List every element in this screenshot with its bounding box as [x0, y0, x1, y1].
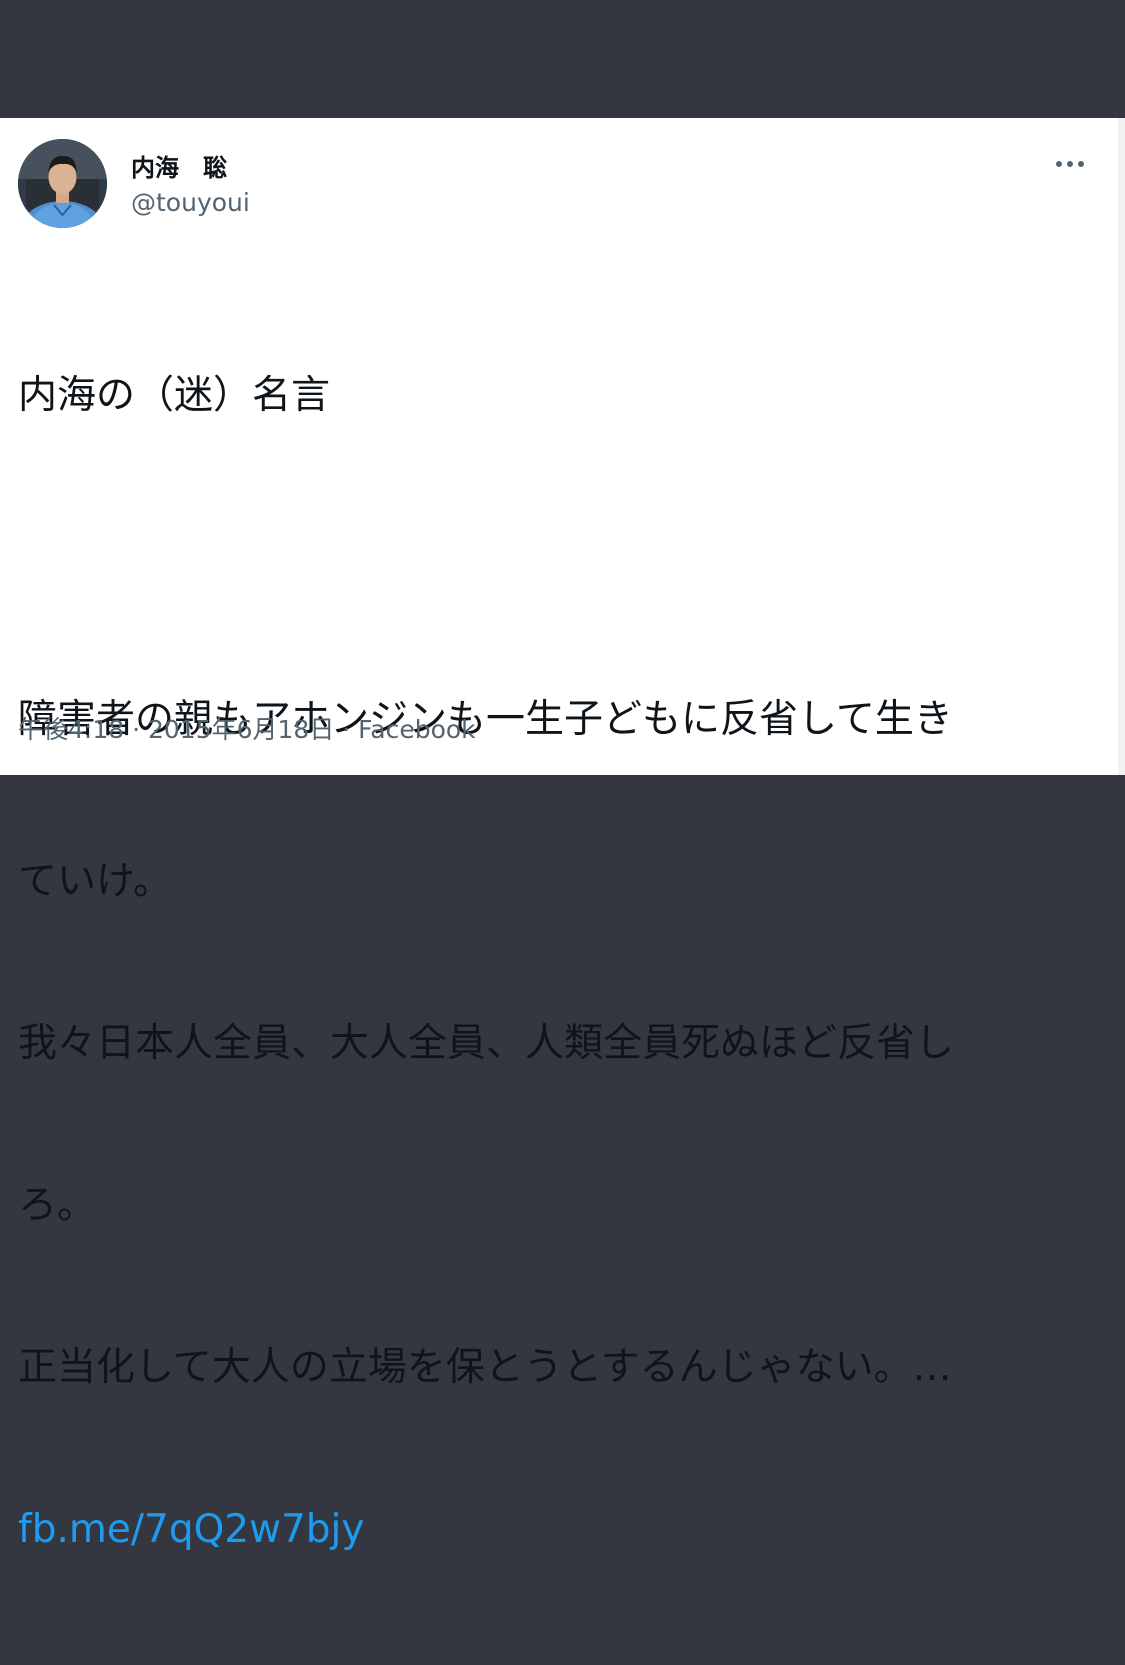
tweet-timestamp-time[interactable]: 午後4:18 [18, 715, 124, 744]
tweet-text-line: ろ。 [18, 1183, 97, 1228]
tweet-text-line: 我々日本人全員、大人全員、人類全員死ぬほど反省し [18, 1021, 955, 1066]
avatar[interactable] [18, 139, 107, 228]
tweet-card: 内海 聡 @touyoui 内海の（迷）名言 障害者の親もアホンジンも一生子ども… [0, 118, 1118, 1552]
tweet-link-line: fb.me/7qQ2w7bjy [18, 1503, 1088, 1557]
avatar-image [18, 139, 107, 228]
author-display-name[interactable]: 内海 聡 [131, 148, 227, 183]
card-edge [1118, 118, 1125, 775]
author-handle[interactable]: @touyoui [131, 188, 250, 217]
meta-separator: · [124, 715, 148, 744]
meta-separator: · [334, 715, 359, 744]
tweet-metadata: 午後4:18 · 2015年6月18日 · Facebook [18, 710, 476, 746]
more-horizontal-icon [1056, 161, 1084, 167]
more-options-button[interactable] [1050, 154, 1090, 174]
tweet-timestamp-date[interactable]: 2015年6月18日 [148, 715, 334, 744]
tweet-text-line: ていけ。 [18, 859, 173, 904]
top-dark-band [0, 0, 1125, 118]
tweet-text-line: 正当化して大人の立場を保とうとするんじゃない。… [18, 1345, 952, 1390]
tweet-text: 内海の（迷）名言 障害者の親もアホンジンも一生子どもに反省して生き ていけ。 我… [18, 261, 1088, 1665]
tweet-link[interactable]: fb.me/7qQ2w7bjy [18, 1507, 364, 1552]
tweet-text-line: 内海の（迷）名言 [18, 373, 331, 418]
bottom-dark-band [0, 775, 1125, 856]
tweet-source-link[interactable]: Facebook [358, 715, 475, 744]
